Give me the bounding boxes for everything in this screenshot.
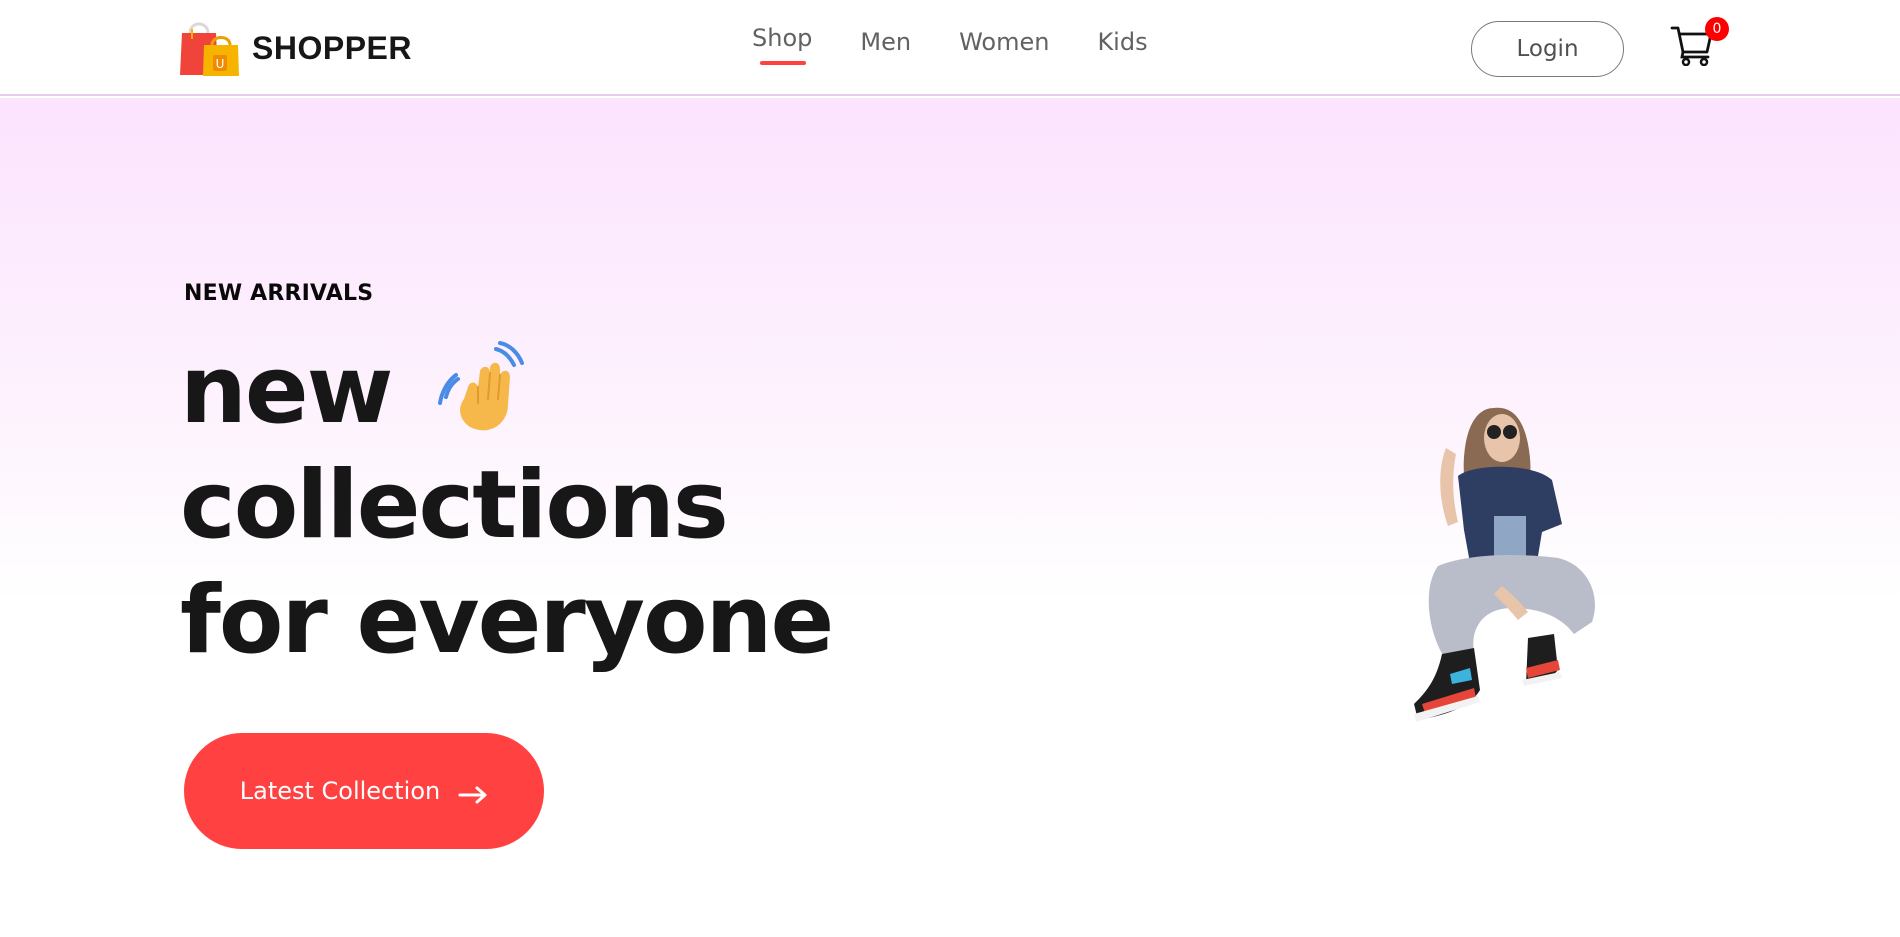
login-button[interactable]: Login xyxy=(1471,21,1624,77)
nav-item-men[interactable]: Men xyxy=(860,28,911,68)
nav-item-label: Kids xyxy=(1097,28,1148,56)
site-header: U SHOPPER Shop Men Women Kids Login 0 xyxy=(0,0,1900,96)
hero-headline-line-3: for everyone xyxy=(180,566,834,675)
active-nav-indicator xyxy=(760,61,807,65)
shopping-bags-icon: U xyxy=(178,19,240,77)
arrow-right-icon xyxy=(458,782,488,804)
nav-item-label: Shop xyxy=(752,24,813,52)
nav-item-shop[interactable]: Shop xyxy=(752,24,813,65)
waving-hand-icon xyxy=(438,341,538,441)
nav-item-women[interactable]: Women xyxy=(959,28,1049,68)
hero-headline-line-2: collections xyxy=(180,451,729,560)
nav-item-label: Women xyxy=(959,28,1050,56)
hero-headline-line-1: new xyxy=(180,336,394,445)
nav-item-label: Men xyxy=(860,28,912,56)
hero-eyebrow: NEW ARRIVALS xyxy=(184,281,374,306)
cta-label: Latest Collection xyxy=(239,777,441,805)
model-photo xyxy=(1402,398,1634,743)
svg-text:U: U xyxy=(216,57,225,71)
brand[interactable]: U SHOPPER xyxy=(178,19,412,77)
latest-collection-button[interactable]: Latest Collection xyxy=(184,733,544,849)
brand-name: SHOPPER xyxy=(252,29,412,66)
main-nav: Shop Men Women Kids xyxy=(752,24,1148,68)
hero-section: NEW ARRIVALS new collections for everyon… xyxy=(0,98,1900,937)
nav-item-kids[interactable]: Kids xyxy=(1097,28,1147,68)
cart-count-badge: 0 xyxy=(1705,17,1729,41)
